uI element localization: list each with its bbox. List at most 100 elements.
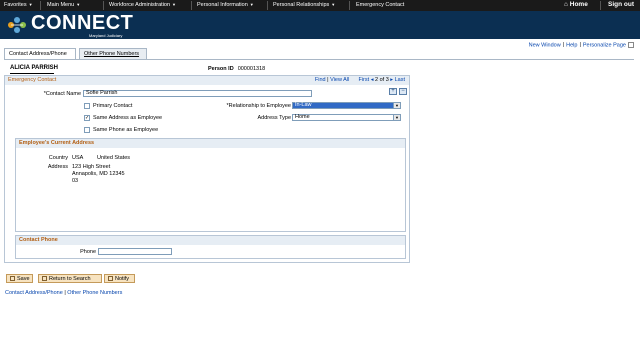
address-line-2: Annapolis, MD 12345 — [72, 171, 125, 177]
current-address-title: Employee's Current Address — [19, 140, 95, 146]
contact-phone-panel: Contact Phone Phone — [15, 235, 406, 259]
person-id-label: Person ID — [208, 66, 234, 72]
chevron-down-icon: ▼ — [331, 2, 336, 7]
country-code: USA — [72, 155, 84, 161]
return-to-search-label: Return to Search — [49, 276, 91, 282]
nav-divider — [349, 1, 350, 10]
find-link[interactable]: Find — [315, 77, 326, 83]
chevron-down-icon: ▼ — [249, 2, 254, 7]
address-label: Address — [47, 164, 68, 170]
page-utility-links: New Window | Help | Personalize Page — [529, 42, 634, 48]
return-to-search-button[interactable]: Return to Search — [38, 274, 102, 283]
breadcrumb-label: Personal Relationships — [273, 2, 330, 8]
favorites-label: Favorites — [4, 2, 27, 8]
return-icon — [42, 276, 47, 282]
address-line-1: 123 High Street — [72, 164, 111, 170]
logo-text: CONNECT — [31, 12, 134, 34]
row-buttons: + − — [387, 88, 407, 95]
tab-other-phone-numbers[interactable]: Other Phone Numbers — [79, 48, 147, 59]
tab-label: Other Phone Numbers — [84, 51, 140, 57]
main-menu[interactable]: Main Menu ▼ — [47, 2, 80, 8]
same-phone-label: Same Phone as Employee — [93, 127, 159, 133]
current-address-header: Employee's Current Address — [16, 139, 405, 148]
tab-divider — [4, 59, 634, 60]
first-link[interactable]: First — [358, 77, 369, 83]
logo-subtitle: Maryland Judiciary — [89, 33, 123, 38]
personalize-page-link[interactable]: Personalize Page — [583, 42, 626, 48]
address-type-value: Home — [295, 114, 310, 120]
contact-name-label: *Contact Name — [43, 91, 81, 97]
nav-divider — [267, 1, 268, 10]
panel-navigation: Find | View All First ◂ 2 of 3 ▸ Last — [315, 77, 405, 83]
chevron-down-icon: ▼ — [28, 2, 33, 7]
breadcrumb-emergency-contact[interactable]: Emergency Contact — [356, 2, 404, 8]
bottom-page-links: Contact Address/Phone | Other Phone Numb… — [5, 290, 122, 296]
address-type-label: Address Type — [257, 115, 291, 121]
same-address-checkbox[interactable]: ✓ — [84, 115, 90, 121]
window-icon[interactable] — [628, 42, 634, 48]
sign-out-link[interactable]: Sign out — [608, 1, 634, 8]
top-nav-bar: Favorites ▼ Main Menu ▼ Workforce Administ… — [0, 0, 640, 11]
chevron-down-icon: ▼ — [76, 2, 81, 7]
main-menu-label: Main Menu — [47, 2, 75, 8]
name-underline — [10, 73, 54, 74]
contact-phone-header: Contact Phone — [16, 236, 405, 245]
breadcrumb-personal-information[interactable]: Personal Information ▼ — [197, 2, 254, 8]
breadcrumb-label: Personal Information — [197, 2, 248, 8]
emergency-contact-panel: Emergency Contact Find | View All First … — [4, 75, 410, 263]
primary-contact-checkbox[interactable] — [84, 103, 90, 109]
person-id-value: 000001318 — [237, 66, 266, 72]
previous-icon[interactable]: ◂ — [371, 77, 374, 83]
nav-divider — [191, 1, 192, 10]
relationship-label: *Relationship to Employee — [226, 103, 291, 109]
nav-divider — [600, 1, 601, 10]
notify-icon — [108, 276, 113, 282]
phone-input[interactable] — [98, 248, 172, 255]
last-link[interactable]: Last — [395, 77, 405, 83]
new-window-link[interactable]: New Window — [529, 42, 561, 48]
panel-title: Emergency Contact — [8, 77, 57, 83]
employee-name: ALICIA PARRISH — [10, 65, 58, 74]
chevron-down-icon: ▼ — [172, 2, 177, 7]
notify-label: Notify — [115, 276, 130, 282]
nav-divider — [40, 1, 41, 10]
save-button[interactable]: Save — [6, 274, 33, 283]
breadcrumb-workforce-administration[interactable]: Workforce Administration ▼ — [109, 2, 176, 8]
delete-row-icon[interactable]: − — [399, 88, 407, 95]
row-position: 2 of 3 — [375, 77, 389, 83]
primary-contact-label: Primary Contact — [93, 103, 133, 109]
same-phone-checkbox[interactable] — [84, 127, 90, 133]
current-address-panel: Employee's Current Address Country USA U… — [15, 138, 406, 232]
chevron-down-icon: ▼ — [393, 115, 400, 120]
view-all-link[interactable]: View All — [330, 77, 349, 83]
connect-logo-icon — [8, 17, 26, 33]
employee-name-text: ALICIA PARRISH — [10, 65, 58, 71]
panel-header: Emergency Contact Find | View All First … — [5, 76, 409, 85]
address-line-3: 03 — [72, 178, 79, 184]
country-name: United States — [97, 155, 131, 161]
chevron-down-icon: ▼ — [393, 103, 400, 108]
breadcrumb-personal-relationships[interactable]: Personal Relationships ▼ — [273, 2, 335, 8]
breadcrumb-label: Workforce Administration — [109, 2, 171, 8]
bottom-link-other-phone-numbers[interactable]: Other Phone Numbers — [67, 290, 122, 296]
home-link[interactable]: ⌂ Home — [564, 1, 588, 8]
help-link[interactable]: Help — [566, 42, 577, 48]
relationship-value: In-Law — [295, 102, 312, 108]
country-label: Country — [48, 155, 68, 161]
next-icon[interactable]: ▸ — [390, 77, 393, 83]
relationship-select[interactable]: In-Law ▼ — [292, 102, 401, 109]
tab-contact-address-phone[interactable]: Contact Address/Phone — [4, 48, 76, 59]
home-icon: ⌂ — [564, 1, 568, 8]
contact-phone-title: Contact Phone — [19, 237, 58, 243]
link-separator: | — [562, 42, 565, 49]
nav-divider — [103, 1, 104, 10]
bottom-link-contact-address-phone[interactable]: Contact Address/Phone — [5, 290, 63, 296]
add-row-icon[interactable]: + — [389, 88, 397, 95]
home-label: Home — [569, 1, 588, 8]
favorites-menu[interactable]: Favorites ▼ — [4, 2, 33, 8]
address-type-select[interactable]: Home ▼ — [292, 114, 401, 121]
link-separator: | — [579, 42, 581, 49]
notify-button[interactable]: Notify — [104, 274, 135, 283]
contact-name-input[interactable]: Sofie Parrish — [83, 90, 312, 97]
phone-label: Phone — [80, 249, 96, 255]
